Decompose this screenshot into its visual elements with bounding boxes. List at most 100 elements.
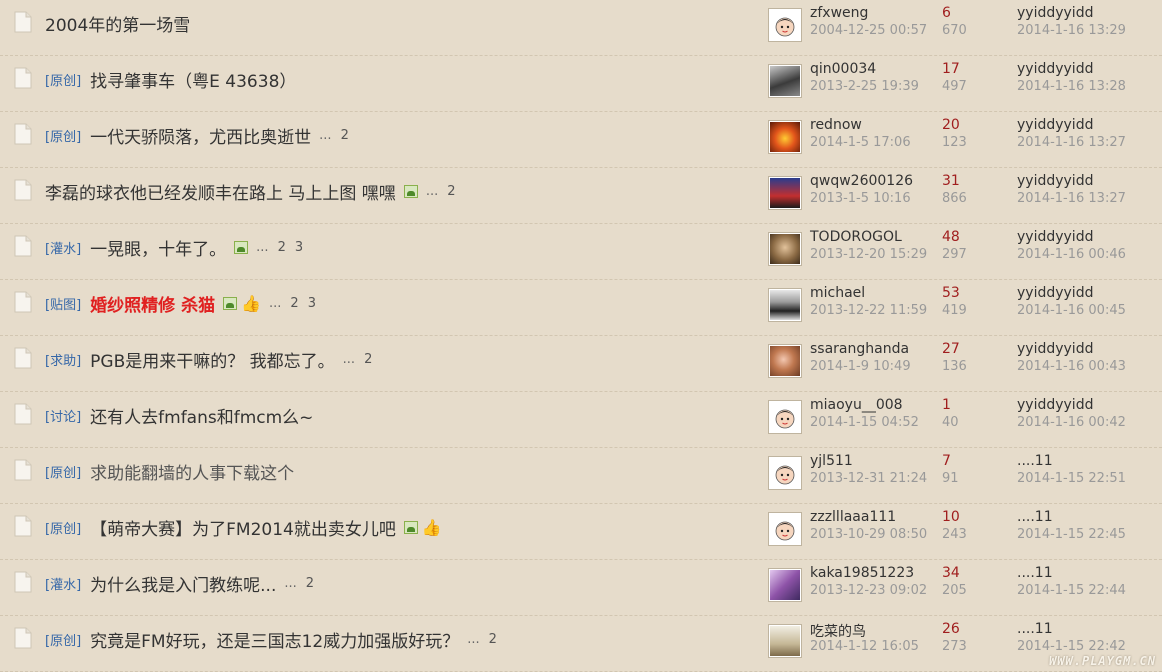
last-reply-user[interactable]: ....11 bbox=[1017, 453, 1053, 469]
pager-ellipsis: ... bbox=[342, 351, 356, 367]
thread-author[interactable]: miaoyu__008 bbox=[810, 397, 903, 413]
reply-count[interactable]: 1 bbox=[942, 397, 951, 413]
thread-author[interactable]: 吃菜的鸟 bbox=[810, 621, 866, 641]
thread-category-tag[interactable]: [原创] bbox=[45, 126, 81, 145]
thread-author[interactable]: ssaranghanda bbox=[810, 341, 909, 357]
last-reply-date[interactable]: 2014-1-16 13:29 bbox=[1017, 23, 1126, 38]
reply-count[interactable]: 7 bbox=[942, 453, 951, 469]
last-reply-user[interactable]: yyiddyyidd bbox=[1017, 173, 1093, 189]
thread-category-tag[interactable]: [原创] bbox=[45, 462, 81, 481]
author-avatar[interactable] bbox=[768, 64, 802, 98]
author-avatar[interactable] bbox=[768, 120, 802, 154]
thread-author[interactable]: qin00034 bbox=[810, 61, 876, 77]
last-reply-user[interactable]: ....11 bbox=[1017, 621, 1053, 637]
thread-title-link[interactable]: PGB是用来干嘛的？ 我都忘了。 bbox=[90, 347, 335, 372]
pager-page-link[interactable]: 2 bbox=[306, 576, 314, 591]
pager-page-link[interactable]: 3 bbox=[308, 296, 316, 311]
thread-category-tag[interactable]: [灌水] bbox=[45, 238, 81, 257]
reply-count[interactable]: 34 bbox=[942, 565, 960, 581]
thread-row: [原创] 求助能翻墙的人事下载这个 yjl511 2013-12-31 21:24 7 9… bbox=[0, 448, 1162, 504]
thread-title-link[interactable]: 为什么我是入门教练呢... bbox=[90, 571, 276, 596]
last-reply-date[interactable]: 2014-1-16 00:42 bbox=[1017, 415, 1126, 430]
last-reply-user[interactable]: yyiddyyidd bbox=[1017, 341, 1093, 357]
author-avatar[interactable] bbox=[768, 512, 802, 546]
last-reply-date[interactable]: 2014-1-16 00:46 bbox=[1017, 247, 1126, 262]
reply-count[interactable]: 10 bbox=[942, 509, 960, 525]
thread-author[interactable]: kaka19851223 bbox=[810, 565, 914, 581]
thread-title-link[interactable]: 婚纱照精修 杀猫 bbox=[90, 291, 215, 316]
last-reply-user[interactable]: yyiddyyidd bbox=[1017, 61, 1093, 77]
last-reply-date[interactable]: 2014-1-16 00:45 bbox=[1017, 303, 1126, 318]
thread-author[interactable]: TODOROGOL bbox=[810, 229, 902, 245]
thread-author[interactable]: michael bbox=[810, 285, 865, 301]
author-avatar[interactable] bbox=[768, 8, 802, 42]
pager-page-link[interactable]: 2 bbox=[278, 240, 286, 255]
author-avatar[interactable] bbox=[768, 456, 802, 490]
last-reply-date[interactable]: 2014-1-16 00:43 bbox=[1017, 359, 1126, 374]
last-reply-user[interactable]: yyiddyyidd bbox=[1017, 397, 1093, 413]
last-reply-user[interactable]: ....11 bbox=[1017, 509, 1053, 525]
thread-title-link[interactable]: 找寻肇事车（粤E 43638） bbox=[90, 67, 296, 92]
pager-page-link[interactable]: 2 bbox=[364, 352, 372, 367]
thread-title-link[interactable]: 一代天骄陨落，尤西比奥逝世 bbox=[90, 123, 311, 148]
pager-page-link[interactable]: 2 bbox=[290, 296, 298, 311]
image-attachment-icon bbox=[234, 240, 249, 254]
thread-title-link[interactable]: 究竟是FM好玩，还是三国志12威力加强版好玩？ bbox=[90, 627, 459, 652]
last-reply-date[interactable]: 2014-1-16 13:27 bbox=[1017, 191, 1126, 206]
thread-title-link[interactable]: 李磊的球衣他已经发顺丰在路上 马上上图 嘿嘿 bbox=[45, 179, 396, 204]
author-avatar[interactable] bbox=[768, 288, 802, 322]
avatar-photo bbox=[770, 626, 800, 656]
last-reply-user[interactable]: yyiddyyidd bbox=[1017, 117, 1093, 133]
last-reply-user[interactable]: ....11 bbox=[1017, 565, 1053, 581]
thread-category-tag[interactable]: [灌水] bbox=[45, 574, 81, 593]
thread-category-tag[interactable]: [求助] bbox=[45, 350, 81, 369]
thread-category-tag[interactable]: [原创] bbox=[45, 70, 81, 89]
thread-title-link[interactable]: 2004年的第一场雪 bbox=[45, 11, 190, 36]
author-avatar[interactable] bbox=[768, 176, 802, 210]
author-avatar[interactable] bbox=[768, 232, 802, 266]
thread-category-tag[interactable]: [讨论] bbox=[45, 406, 81, 425]
document-icon bbox=[13, 123, 33, 145]
last-reply-user[interactable]: yyiddyyidd bbox=[1017, 285, 1093, 301]
author-avatar[interactable] bbox=[768, 344, 802, 378]
thread-author[interactable]: yjl511 bbox=[810, 453, 853, 469]
reply-count[interactable]: 48 bbox=[942, 229, 960, 245]
pager-page-link[interactable]: 2 bbox=[489, 632, 497, 647]
reply-count[interactable]: 53 bbox=[942, 285, 960, 301]
thread-category-tag[interactable]: [贴图] bbox=[45, 294, 81, 313]
reply-count[interactable]: 20 bbox=[942, 117, 960, 133]
reply-count[interactable]: 31 bbox=[942, 173, 960, 189]
reply-count[interactable]: 27 bbox=[942, 341, 960, 357]
author-avatar[interactable] bbox=[768, 624, 802, 658]
thread-row: [原创] 【萌帝大赛】为了FM2014就出卖女儿吧 👍 zzzlllaaa111 201… bbox=[0, 504, 1162, 560]
thread-row: 李磊的球衣他已经发顺丰在路上 马上上图 嘿嘿 ... 2 qwqw2600126 201… bbox=[0, 168, 1162, 224]
last-reply-user[interactable]: yyiddyyidd bbox=[1017, 5, 1093, 21]
last-reply-date[interactable]: 2014-1-15 22:51 bbox=[1017, 471, 1126, 486]
last-reply-date[interactable]: 2014-1-16 13:28 bbox=[1017, 79, 1126, 94]
thread-title-link[interactable]: 求助能翻墙的人事下载这个 bbox=[90, 459, 294, 484]
author-avatar[interactable] bbox=[768, 568, 802, 602]
author-avatar[interactable] bbox=[768, 400, 802, 434]
last-reply-user[interactable]: yyiddyyidd bbox=[1017, 229, 1093, 245]
thread-title-link[interactable]: 一晃眼，十年了。 bbox=[90, 235, 226, 260]
thread-author[interactable]: zzzlllaaa111 bbox=[810, 509, 896, 525]
thread-title-area: [原创] 【萌帝大赛】为了FM2014就出卖女儿吧 👍 bbox=[45, 504, 442, 550]
last-reply-date[interactable]: 2014-1-15 22:42 bbox=[1017, 639, 1126, 654]
reply-count[interactable]: 26 bbox=[942, 621, 960, 637]
thread-author[interactable]: rednow bbox=[810, 117, 862, 133]
last-reply-date[interactable]: 2014-1-16 13:27 bbox=[1017, 135, 1126, 150]
thread-author[interactable]: qwqw2600126 bbox=[810, 173, 913, 189]
last-reply-date[interactable]: 2014-1-15 22:45 bbox=[1017, 527, 1126, 542]
thread-pager: ... 2 bbox=[426, 184, 456, 199]
pager-page-link[interactable]: 2 bbox=[447, 184, 455, 199]
thread-category-tag[interactable]: [原创] bbox=[45, 518, 81, 537]
last-reply-date[interactable]: 2014-1-15 22:44 bbox=[1017, 583, 1126, 598]
reply-count[interactable]: 6 bbox=[942, 5, 951, 21]
reply-count[interactable]: 17 bbox=[942, 61, 960, 77]
pager-page-link[interactable]: 2 bbox=[341, 128, 349, 143]
thread-category-tag[interactable]: [原创] bbox=[45, 630, 81, 649]
thread-title-link[interactable]: 还有人去fmfans和fmcm么~ bbox=[90, 403, 313, 428]
thread-title-link[interactable]: 【萌帝大赛】为了FM2014就出卖女儿吧 bbox=[90, 515, 396, 540]
thread-author[interactable]: zfxweng bbox=[810, 5, 868, 21]
pager-page-link[interactable]: 3 bbox=[295, 240, 303, 255]
